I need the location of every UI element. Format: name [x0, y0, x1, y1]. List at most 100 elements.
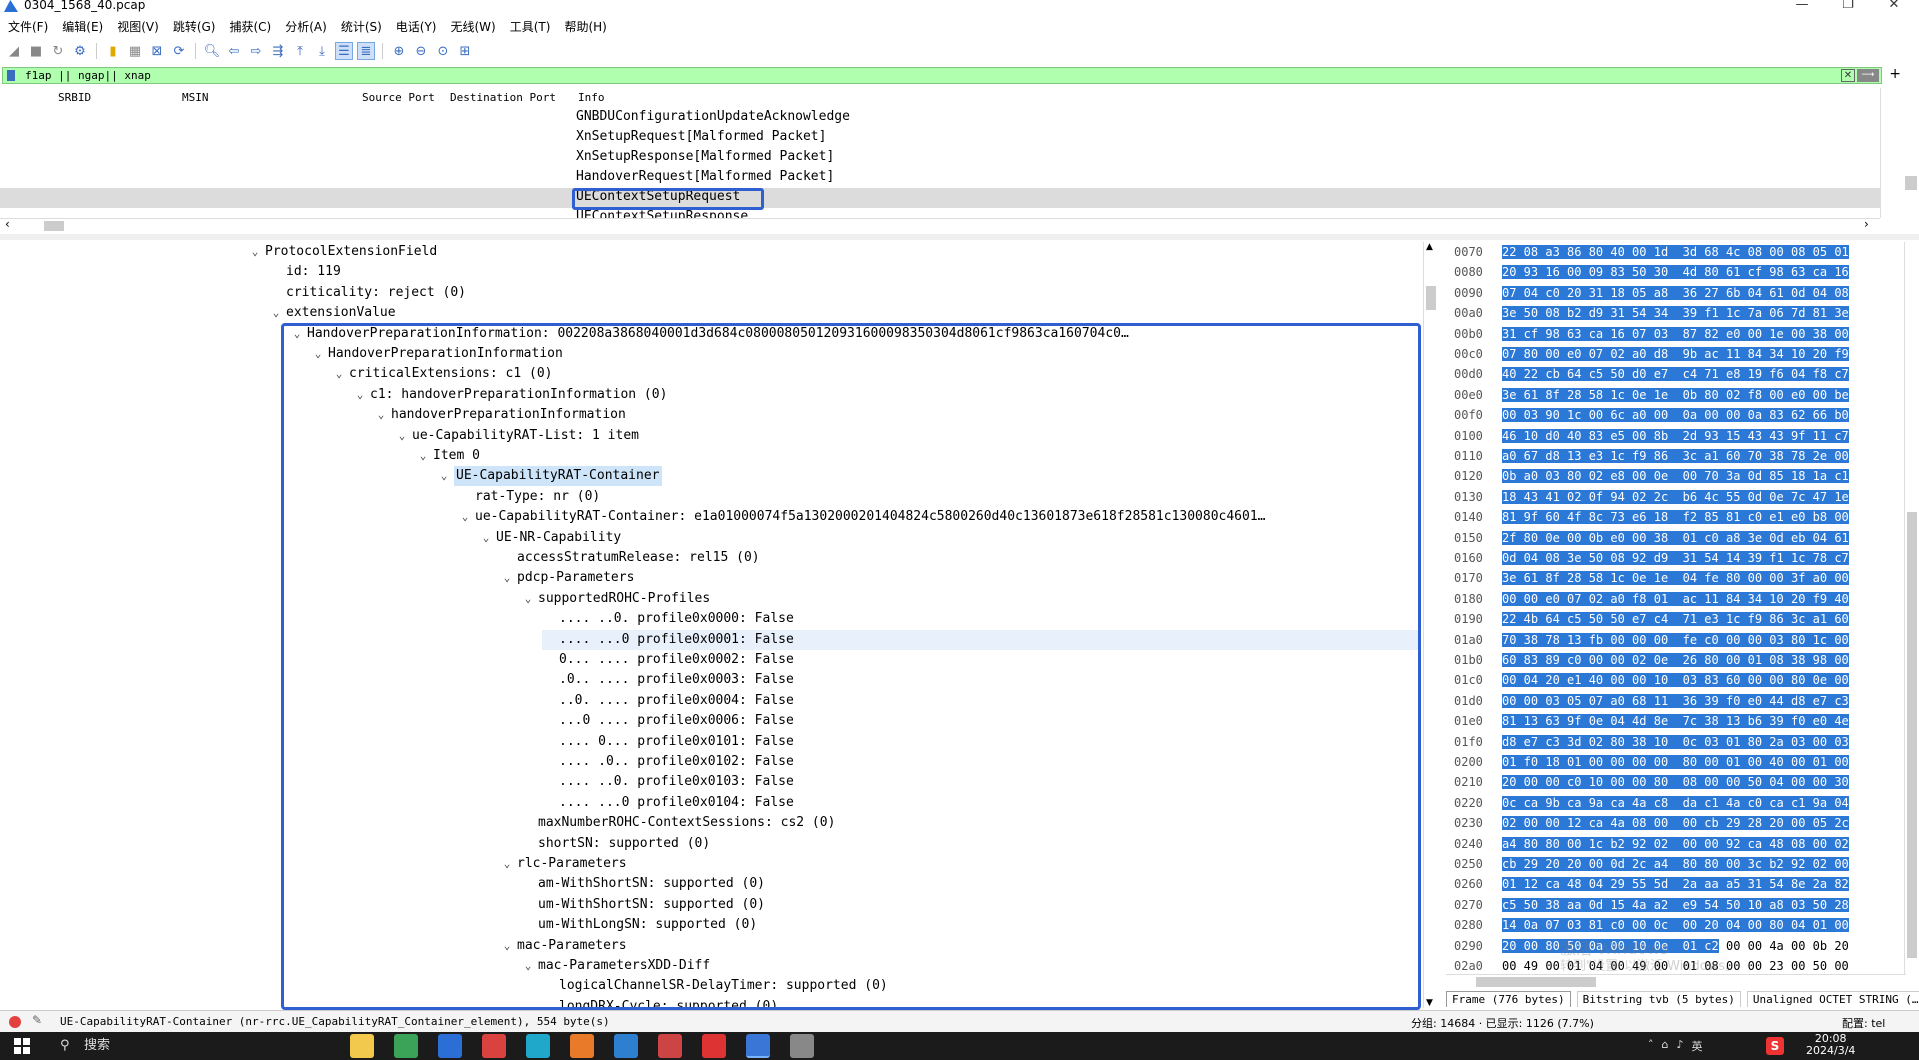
- tree-node[interactable]: ⌄ handoverPreparationInformation: [378, 405, 626, 425]
- packet-list-scrollbar[interactable]: [1880, 88, 1919, 218]
- hex-bytes[interactable]: 70 38 78 13 fb 00 00 00 fe c0 00 00 03 8…: [1502, 630, 1849, 650]
- tree-node[interactable]: .... ..0. profile0x0000: False: [559, 609, 794, 629]
- tree-node[interactable]: criticality: reject (0): [286, 283, 466, 303]
- add-filter-button-icon[interactable]: +: [1889, 66, 1901, 82]
- scroll-up-icon[interactable]: ▲: [1426, 242, 1433, 252]
- menu-go[interactable]: 跳转(G): [173, 18, 216, 35]
- tree-node[interactable]: .... .0.. profile0x0102: False: [559, 752, 794, 772]
- tree-node[interactable]: accessStratumRelease: rel15 (0): [517, 548, 760, 568]
- packet-row[interactable]: UEContextSetupResponse: [0, 208, 1880, 218]
- close-file-icon[interactable]: ⊠: [149, 43, 165, 59]
- tree-node[interactable]: maxNumberROHC-ContextSessions: cs2 (0): [538, 813, 835, 833]
- hex-bytes[interactable]: cb 29 20 20 00 0d 2c a4 80 80 00 3c b2 9…: [1502, 854, 1849, 874]
- hex-bytes[interactable]: 00 00 e0 07 02 a0 f8 01 ac 11 84 34 10 2…: [1502, 589, 1849, 609]
- scroll-right-icon[interactable]: ›: [1864, 217, 1869, 231]
- tab-octet-string[interactable]: Unaligned OCTET STRING (…: [1746, 991, 1919, 1007]
- sogou-icon[interactable]: S: [1766, 1037, 1784, 1055]
- tree-node[interactable]: shortSN: supported (0): [538, 834, 710, 854]
- menu-help[interactable]: 帮助(H): [564, 18, 606, 35]
- bookmark-icon[interactable]: [7, 70, 15, 81]
- find-packet-icon[interactable]: 🔍︎: [204, 43, 221, 59]
- chevron-down-icon[interactable]: ⌄: [375, 405, 387, 425]
- chevron-down-icon[interactable]: ⌄: [522, 956, 534, 976]
- filter-text[interactable]: f1ap || ngap|| xnap: [25, 68, 151, 84]
- taskbar-search[interactable]: ⚲ 搜索: [60, 1036, 260, 1056]
- feishu-icon[interactable]: [438, 1034, 462, 1058]
- zoom-out-icon[interactable]: ⊖: [413, 43, 429, 59]
- hex-bytes[interactable]: 3e 50 08 b2 d9 31 54 34 39 f1 1c 7a 06 7…: [1502, 303, 1849, 323]
- chevron-down-icon[interactable]: ⌄: [438, 466, 450, 486]
- menu-edit[interactable]: 编辑(E): [62, 18, 103, 35]
- column-srbid[interactable]: SRBID: [58, 91, 91, 104]
- profile-label[interactable]: 配置: tel: [1842, 1015, 1885, 1031]
- chevron-down-icon[interactable]: ⌄: [312, 344, 324, 364]
- chevron-down-icon[interactable]: ⌄: [501, 568, 513, 588]
- column-msin[interactable]: MSIN: [182, 91, 209, 104]
- capture-options-icon[interactable]: ⚙: [72, 43, 88, 59]
- hex-bytes[interactable]: c5 50 38 aa 0d 15 4a a2 e9 54 50 10 a8 0…: [1502, 895, 1849, 915]
- tree-node[interactable]: um-WithLongSN: supported (0): [538, 915, 757, 935]
- menu-capture[interactable]: 捕获(C): [229, 18, 271, 35]
- tree-node[interactable]: am-WithShortSN: supported (0): [538, 874, 765, 894]
- hex-bytes[interactable]: 22 4b 64 c5 50 50 e7 c4 71 e3 1c f9 86 3…: [1502, 609, 1849, 629]
- tree-node[interactable]: id: 119: [286, 262, 341, 282]
- tree-node[interactable]: .... ..0. profile0x0103: False: [559, 772, 794, 792]
- tree-node[interactable]: ⌄ c1: handoverPreparationInformation (0): [357, 385, 668, 405]
- tree-node[interactable]: ⌄ Item 0: [420, 446, 480, 466]
- packet-row[interactable]: XnSetupRequest[Malformed Packet]: [0, 128, 1880, 148]
- menu-file[interactable]: 文件(F): [8, 18, 48, 35]
- input-language[interactable]: 英: [1692, 1038, 1703, 1054]
- go-to-packet-icon[interactable]: ⇶: [270, 43, 286, 59]
- chevron-down-icon[interactable]: ⌄: [480, 528, 492, 548]
- hex-bytes[interactable]: 0b a0 03 80 02 e8 00 0e 00 70 3a 0d 85 1…: [1502, 466, 1849, 486]
- tree-node[interactable]: ⌄ UE-NR-Capability: [483, 528, 622, 548]
- clear-filter-icon[interactable]: ✕: [1841, 69, 1855, 82]
- menu-tools[interactable]: 工具(T): [510, 18, 551, 35]
- file-explorer-icon[interactable]: [350, 1034, 374, 1058]
- tree-node[interactable]: ⌄ mac-Parameters: [504, 936, 627, 956]
- packet-list-hscrollbar[interactable]: ‹ ›: [0, 217, 1880, 232]
- menu-analyze[interactable]: 分析(A): [285, 18, 327, 35]
- menu-wireless[interactable]: 无线(W): [451, 18, 496, 35]
- menu-view[interactable]: 视图(V): [117, 18, 159, 35]
- tree-node[interactable]: ⌄ mac-ParametersXDD-Diff: [525, 956, 711, 976]
- hex-bytes[interactable]: 00 04 20 e1 40 00 00 10 03 83 60 00 00 8…: [1502, 670, 1849, 690]
- hex-bytes[interactable]: 00 03 90 1c 00 6c a0 00 0a 00 00 0a 83 6…: [1502, 405, 1849, 425]
- hex-bytes[interactable]: d8 e7 c3 3d 02 80 38 10 0c 03 01 80 2a 0…: [1502, 732, 1849, 752]
- app-icon[interactable]: [658, 1034, 682, 1058]
- tree-node[interactable]: 0... .... profile0x0002: False: [559, 650, 794, 670]
- chevron-down-icon[interactable]: ⌄: [501, 854, 513, 874]
- start-capture-icon[interactable]: ◢: [6, 43, 22, 59]
- hex-bytes[interactable]: a0 67 d8 13 e3 1c f9 86 3c a1 60 70 38 7…: [1502, 446, 1849, 466]
- bytes-hscrollbar[interactable]: [1446, 974, 1906, 988]
- hex-bytes[interactable]: 81 9f 60 4f 8c 73 e6 18 f2 85 81 c0 e1 e…: [1502, 507, 1849, 527]
- zoom-normal-icon[interactable]: ⊙: [435, 43, 451, 59]
- scrollbar-thumb[interactable]: [44, 221, 64, 231]
- go-first-icon[interactable]: ⤒: [292, 43, 308, 59]
- display-filter-input[interactable]: f1ap || ngap|| xnap ✕ ⟶: [2, 67, 1882, 84]
- chevron-down-icon[interactable]: ⌄: [396, 426, 408, 446]
- chevron-down-icon[interactable]: ⌄: [354, 385, 366, 405]
- expert-info-icon[interactable]: [9, 1016, 21, 1028]
- packet-row-selected[interactable]: UEContextSetupRequest: [0, 188, 1880, 208]
- stop-capture-icon[interactable]: ■: [28, 43, 44, 59]
- restart-capture-icon[interactable]: ↻: [50, 43, 66, 59]
- menu-statistics[interactable]: 统计(S): [341, 18, 382, 35]
- hex-bytes[interactable]: 40 22 cb 64 c5 50 d0 e7 c4 71 e8 19 f6 0…: [1502, 364, 1849, 384]
- chevron-up-icon[interactable]: ˄: [1648, 1038, 1654, 1054]
- hex-bytes[interactable]: 81 13 63 9f 0e 04 4d 8e 7c 38 13 b6 39 f…: [1502, 711, 1849, 731]
- tree-node[interactable]: um-WithShortSN: supported (0): [538, 895, 765, 915]
- hex-bytes[interactable]: 3e 61 8f 28 58 1c 0e 1e 0b 80 02 f8 00 e…: [1502, 385, 1849, 405]
- notepad-icon[interactable]: [394, 1034, 418, 1058]
- menu-telephony[interactable]: 电话(Y): [396, 18, 437, 35]
- tree-node[interactable]: ⌄ pdcp-Parameters: [504, 568, 635, 588]
- zoom-in-icon[interactable]: ⊕: [391, 43, 407, 59]
- hex-bytes[interactable]: 18 43 41 02 0f 94 02 2c b6 4c 55 0d 0e 7…: [1502, 487, 1849, 507]
- go-back-icon[interactable]: ⇦: [226, 43, 242, 59]
- chevron-down-icon[interactable]: ⌄: [417, 446, 429, 466]
- hex-bytes[interactable]: 14 0a 07 03 81 c0 00 0c 00 20 04 00 80 0…: [1502, 915, 1849, 935]
- maximize-icon[interactable]: ❐: [1826, 0, 1870, 13]
- colorize-icon[interactable]: ≣: [357, 42, 375, 60]
- column-destination-port[interactable]: Destination Port: [450, 91, 556, 104]
- tree-node[interactable]: ⌄ HandoverPreparationInformation: 002208a…: [294, 324, 1129, 344]
